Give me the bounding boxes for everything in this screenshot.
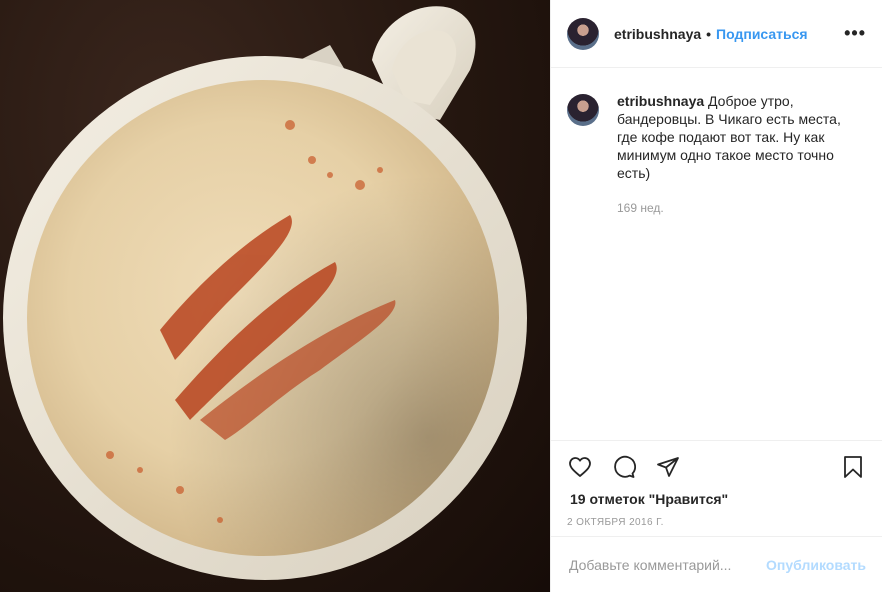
comment-input[interactable]	[569, 556, 767, 573]
caption-avatar[interactable]	[567, 94, 599, 126]
separator-dot: •	[706, 25, 712, 42]
more-options-icon[interactable]: •••	[844, 23, 866, 44]
action-icons	[567, 453, 866, 481]
comments-section: etribushnaya Доброе утро, бандеровцы. В …	[551, 68, 882, 440]
add-comment-bar: Опубликовать	[551, 536, 882, 592]
avatar[interactable]	[567, 17, 599, 50]
caption-time[interactable]: 169 нед.	[617, 199, 862, 217]
post-actions: 19 отметок "Нравится" 2 ОКТЯБРЯ 2016 Г.	[551, 440, 882, 528]
follow-button[interactable]: Подписаться	[716, 26, 808, 42]
post-date[interactable]: 2 ОКТЯБРЯ 2016 Г.	[567, 517, 866, 528]
likes-count[interactable]: 19 отметок "Нравится"	[567, 491, 866, 507]
post-panel: etribushnaya • Подписаться ••• etribushn…	[550, 0, 882, 592]
publish-button[interactable]: Опубликовать	[766, 557, 866, 573]
share-icon[interactable]	[655, 454, 681, 480]
post-header: etribushnaya • Подписаться •••	[551, 0, 882, 68]
coffee-cup-image	[3, 6, 527, 580]
header-username[interactable]: etribushnaya	[614, 26, 701, 42]
caption-comment: etribushnaya Доброе утро, бандеровцы. В …	[567, 92, 866, 217]
comment-icon[interactable]	[611, 454, 637, 480]
bookmark-icon[interactable]	[840, 454, 866, 480]
heart-icon[interactable]	[567, 454, 593, 480]
caption-body: etribushnaya Доброе утро, бандеровцы. В …	[617, 92, 862, 217]
caption-username[interactable]: etribushnaya	[617, 93, 704, 109]
post-photo[interactable]	[0, 0, 550, 592]
